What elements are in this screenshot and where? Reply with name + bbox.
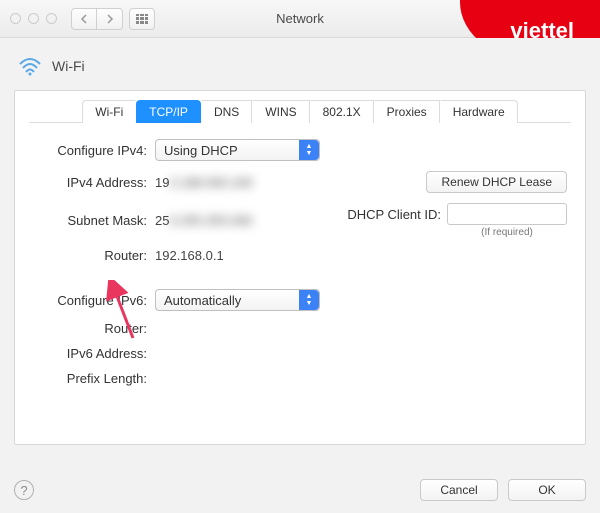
zoom-window-button[interactable]: [46, 13, 57, 24]
ipv6-address-label: IPv6 Address:: [25, 346, 147, 361]
ipv4-address-label: IPv4 Address:: [25, 175, 147, 190]
chevron-updown-icon: ▲▼: [299, 140, 319, 160]
tab-proxies[interactable]: Proxies: [374, 100, 440, 123]
configure-ipv6-value: Automatically: [164, 293, 241, 308]
configure-ipv4-value: Using DHCP: [164, 143, 238, 158]
form-grid: Configure IPv4: Using DHCP ▲▼ IPv4 Addre…: [15, 123, 585, 396]
configure-ipv6-select[interactable]: Automatically ▲▼: [155, 289, 320, 311]
close-window-button[interactable]: [10, 13, 21, 24]
tab-wifi[interactable]: Wi-Fi: [82, 100, 136, 123]
prefix-length-label: Prefix Length:: [25, 371, 147, 386]
forward-button[interactable]: [97, 8, 123, 30]
configure-ipv6-label: Configure IPv6:: [25, 293, 147, 308]
content-area: Wi-Fi Wi-Fi TCP/IP DNS WINS 802.1X Proxi…: [0, 38, 600, 513]
tab-dns[interactable]: DNS: [201, 100, 252, 123]
back-button[interactable]: [71, 8, 97, 30]
tab-8021x[interactable]: 802.1X: [310, 100, 374, 123]
tab-bar: Wi-Fi TCP/IP DNS WINS 802.1X Proxies Har…: [29, 99, 571, 123]
configure-ipv4-label: Configure IPv4:: [25, 143, 147, 158]
ipv6-router-label: Router:: [25, 321, 147, 336]
grid-icon: [136, 14, 148, 24]
wifi-icon: [18, 56, 42, 76]
router-value: 192.168.0.1: [155, 248, 320, 263]
show-all-button[interactable]: [129, 8, 155, 30]
tab-tcpip[interactable]: TCP/IP: [136, 100, 201, 123]
subnet-mask-label: Subnet Mask:: [25, 213, 147, 228]
renew-dhcp-button[interactable]: Renew DHCP Lease: [426, 171, 567, 193]
ok-button[interactable]: OK: [508, 479, 586, 501]
subnet-mask-value: 255.255.255.000: [155, 213, 320, 228]
nav-group: [71, 8, 123, 30]
settings-panel: Wi-Fi TCP/IP DNS WINS 802.1X Proxies Har…: [14, 90, 586, 445]
if-required-note: (If required): [447, 227, 567, 238]
dhcp-client-id-label: DHCP Client ID:: [347, 207, 441, 222]
tab-hardware[interactable]: Hardware: [440, 100, 518, 123]
traffic-lights: [10, 13, 57, 24]
configure-ipv4-select[interactable]: Using DHCP ▲▼: [155, 139, 320, 161]
footer: ? Cancel OK: [14, 479, 586, 501]
help-button[interactable]: ?: [14, 480, 34, 500]
minimize-window-button[interactable]: [28, 13, 39, 24]
dhcp-client-id-input[interactable]: [447, 203, 567, 225]
ipv4-address-value: 192.168.000.100: [155, 175, 320, 190]
cancel-button[interactable]: Cancel: [420, 479, 498, 501]
tab-wins[interactable]: WINS: [252, 100, 309, 123]
router-label: Router:: [25, 248, 147, 263]
chevron-updown-icon: ▲▼: [299, 290, 319, 310]
connection-header: Wi-Fi: [14, 48, 586, 90]
connection-name: Wi-Fi: [52, 58, 85, 74]
